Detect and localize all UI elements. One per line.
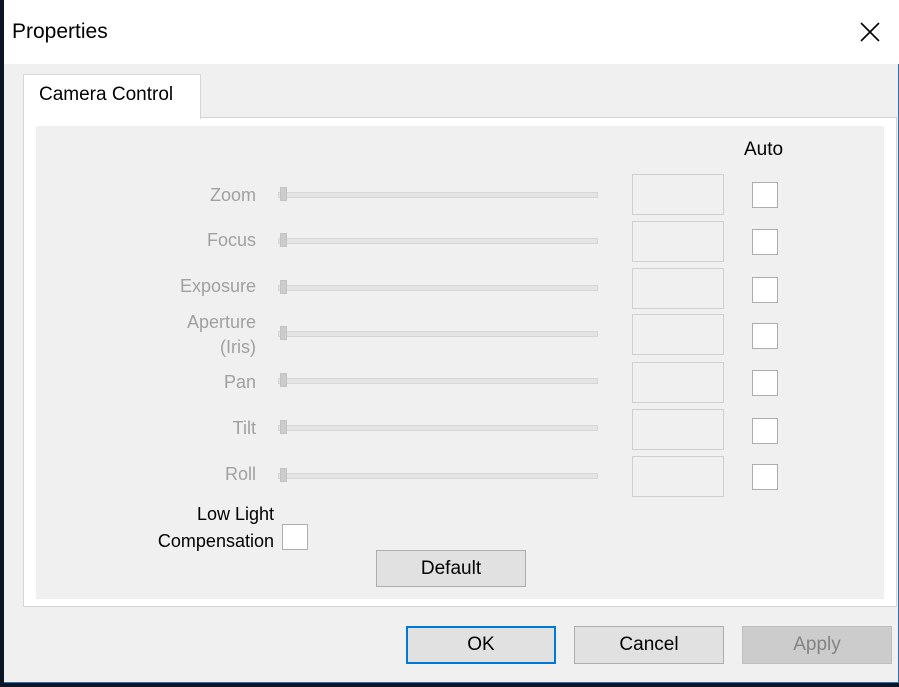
low-light-label-line1: Low Light — [196, 504, 274, 524]
ok-button[interactable]: OK — [406, 626, 556, 664]
aperture-row: Aperture (Iris) — [36, 312, 884, 358]
low-light-compensation-label: Low Light Compensation — [146, 501, 274, 555]
aperture-auto-checkbox[interactable] — [752, 323, 778, 349]
window-title: Properties — [12, 20, 108, 43]
tab-camera-control[interactable]: Camera Control — [23, 74, 201, 119]
roll-row: Roll — [36, 456, 884, 500]
tilt-row: Tilt — [36, 409, 884, 453]
close-button[interactable] — [842, 4, 897, 59]
exposure-value-field[interactable] — [632, 268, 724, 309]
properties-dialog: Properties Camera Control Auto Zoom Focu… — [4, 0, 899, 683]
zoom-row: Zoom — [36, 174, 884, 218]
pan-label: Pan — [223, 372, 256, 392]
focus-label: Focus — [206, 230, 256, 250]
exposure-label: Exposure — [179, 276, 256, 296]
exposure-auto-checkbox[interactable] — [752, 277, 778, 303]
pan-slider[interactable] — [278, 378, 598, 384]
focus-slider[interactable] — [278, 238, 598, 244]
tab-panel: Auto Zoom Focus Exposure Aperture (Iris)… — [23, 117, 897, 607]
low-light-compensation-checkbox[interactable] — [282, 524, 308, 550]
tilt-slider-thumb[interactable] — [280, 420, 287, 434]
tilt-slider[interactable] — [278, 425, 598, 431]
roll-value-field[interactable] — [632, 456, 724, 497]
close-icon — [859, 21, 880, 42]
camera-control-group: Auto Zoom Focus Exposure Aperture (Iris)… — [36, 126, 884, 599]
low-light-label-line2: Compensation — [157, 531, 274, 551]
aperture-slider[interactable] — [278, 331, 598, 337]
aperture-label-line1: Aperture — [186, 312, 256, 332]
zoom-value-field[interactable] — [632, 174, 724, 215]
focus-row: Focus — [36, 221, 884, 265]
zoom-auto-checkbox[interactable] — [752, 182, 778, 208]
pan-row: Pan — [36, 362, 884, 406]
focus-slider-thumb[interactable] — [280, 233, 287, 247]
focus-value-field[interactable] — [632, 221, 724, 262]
pan-value-field[interactable] — [632, 362, 724, 403]
tilt-auto-checkbox[interactable] — [752, 418, 778, 444]
pan-auto-checkbox[interactable] — [752, 370, 778, 396]
exposure-slider[interactable] — [278, 285, 598, 291]
auto-column-header: Auto — [744, 139, 784, 160]
roll-slider-thumb[interactable] — [280, 468, 287, 482]
tilt-value-field[interactable] — [632, 409, 724, 450]
aperture-label: Aperture (Iris) — [36, 310, 256, 360]
cancel-button[interactable]: Cancel — [574, 626, 724, 664]
apply-button[interactable]: Apply — [742, 626, 892, 664]
roll-label: Roll — [224, 464, 256, 484]
zoom-slider-thumb[interactable] — [280, 187, 287, 201]
tilt-label: Tilt — [232, 418, 256, 438]
default-button[interactable]: Default — [376, 550, 526, 587]
aperture-label-line2: (Iris) — [220, 337, 256, 357]
aperture-slider-thumb[interactable] — [280, 326, 287, 340]
roll-slider[interactable] — [278, 473, 598, 479]
zoom-label: Zoom — [209, 185, 256, 205]
exposure-row: Exposure — [36, 268, 884, 312]
pan-slider-thumb[interactable] — [280, 373, 287, 387]
title-bar: Properties — [4, 0, 899, 64]
zoom-slider[interactable] — [278, 192, 598, 198]
aperture-value-field[interactable] — [632, 314, 724, 355]
roll-auto-checkbox[interactable] — [752, 464, 778, 490]
exposure-slider-thumb[interactable] — [280, 280, 287, 294]
focus-auto-checkbox[interactable] — [752, 229, 778, 255]
